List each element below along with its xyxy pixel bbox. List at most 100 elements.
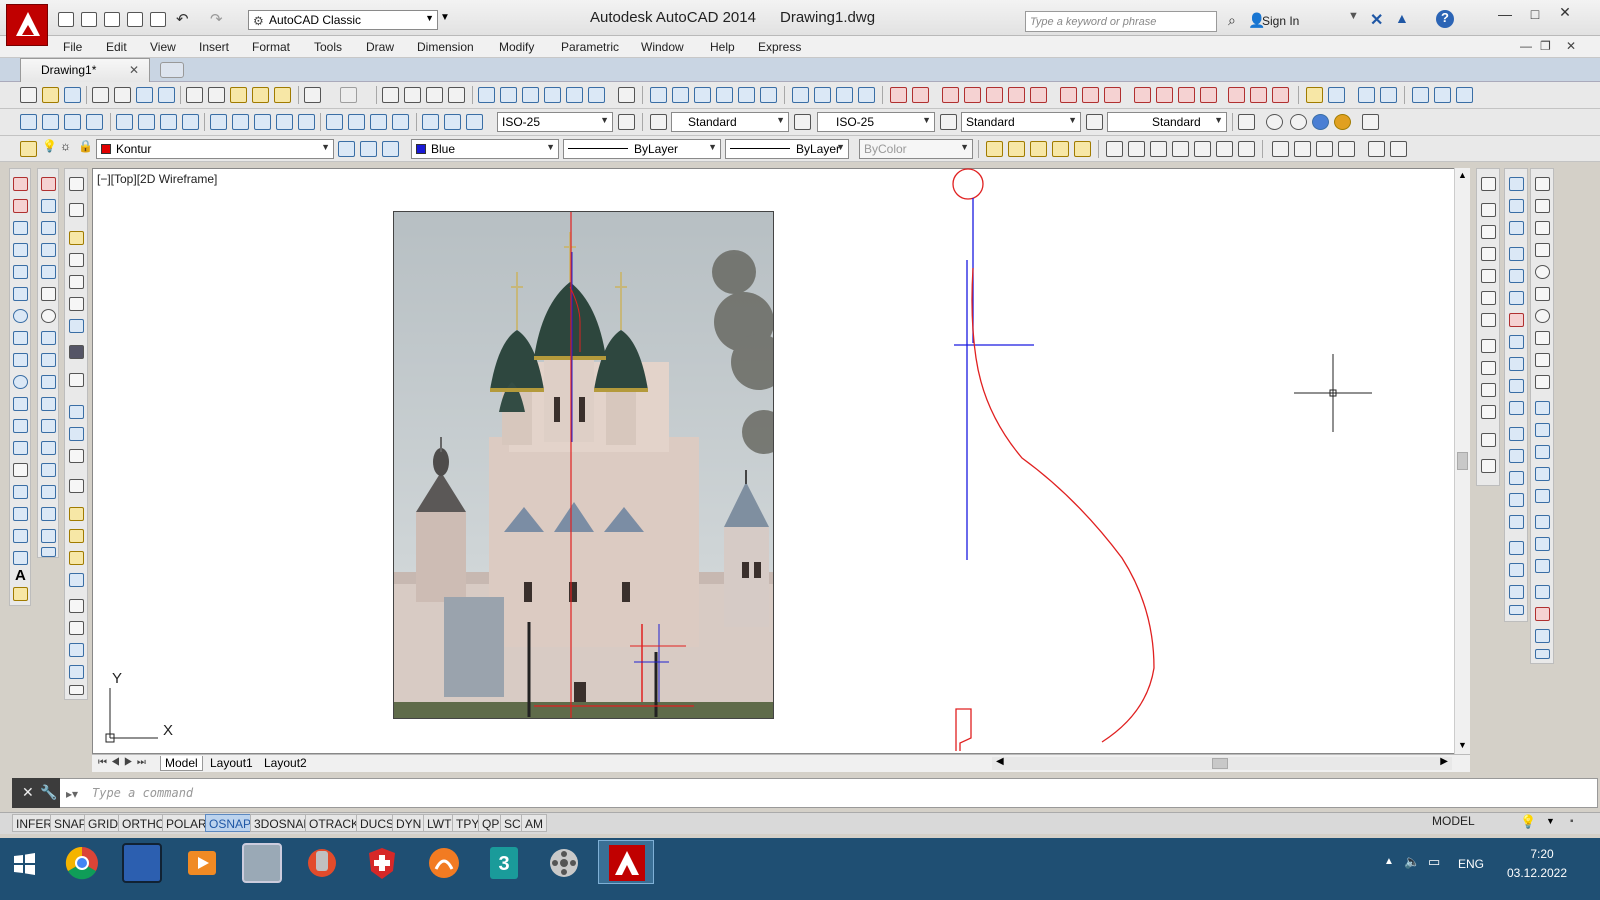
sketchup-like-icon[interactable] [424, 843, 464, 883]
make-current-layer-icon[interactable] [338, 141, 355, 157]
snap-endpoint-icon[interactable] [942, 87, 959, 103]
zoom-search-icon[interactable] [1481, 459, 1496, 473]
quick-dim-icon[interactable] [210, 114, 227, 130]
menu-express[interactable]: Express [758, 40, 801, 54]
visual-style-select[interactable]: Standard ▼ [1107, 112, 1227, 132]
layer-properties-icon[interactable] [20, 141, 37, 157]
status-polar-button[interactable]: POLAR [162, 814, 211, 832]
xline-icon[interactable] [912, 87, 929, 103]
dim-radius-icon[interactable] [116, 114, 133, 130]
render-region-icon[interactable] [69, 275, 84, 289]
3d-torus-icon[interactable] [1535, 309, 1550, 323]
torus-icon[interactable] [1238, 141, 1255, 157]
design-center-icon[interactable] [500, 87, 517, 103]
adjust-icon[interactable] [1380, 87, 1397, 103]
language-indicator[interactable]: ENG [1458, 857, 1484, 871]
intersect-icon[interactable] [1509, 221, 1524, 235]
mirror3d-icon[interactable] [69, 319, 84, 333]
snap-extension-icon[interactable] [1030, 87, 1047, 103]
layer-previous-icon[interactable] [360, 141, 377, 157]
pan-icon[interactable] [382, 87, 399, 103]
3d-cylinder-icon[interactable] [1535, 287, 1550, 301]
region-icon[interactable] [13, 529, 28, 543]
menu-insert[interactable]: Insert [199, 40, 229, 54]
gradient-icon[interactable] [13, 507, 28, 521]
exchange-apps-icon[interactable]: ✕ [1370, 10, 1383, 30]
antivirus-icon[interactable] [362, 843, 402, 883]
snap-intersection-icon[interactable] [986, 87, 1003, 103]
viewport-scale-icon[interactable] [1338, 141, 1355, 157]
tab-drawing1[interactable]: Drawing1* ✕ [20, 58, 150, 82]
ellipse-icon[interactable] [13, 375, 28, 389]
left-view-icon[interactable] [1481, 247, 1496, 261]
save-as-icon[interactable] [127, 12, 143, 27]
tray-chevron-up-icon[interactable]: ▲ [1384, 856, 1394, 867]
menu-format[interactable]: Format [252, 40, 290, 54]
multileader-style-icon[interactable] [1086, 114, 1103, 130]
chevron-down-icon[interactable]: ▼ [1348, 10, 1359, 22]
xref-attach-icon[interactable] [69, 479, 84, 493]
scroll-thumb[interactable] [1212, 758, 1228, 769]
viewport-icon[interactable] [1294, 141, 1311, 157]
text-style-manager-icon[interactable] [650, 114, 667, 130]
dim-jogged-icon[interactable] [138, 114, 155, 130]
dimension-style-icon[interactable] [794, 114, 811, 130]
presspull-icon[interactable] [1535, 423, 1550, 437]
scroll-left-icon[interactable]: ◀ [996, 756, 1004, 767]
layer-freeze-icon[interactable] [760, 87, 777, 103]
cylinder-icon[interactable] [1150, 141, 1167, 157]
line-icon[interactable] [13, 177, 28, 191]
fillet-edges-icon[interactable] [1509, 563, 1524, 577]
construction-line-icon[interactable] [13, 199, 28, 213]
layer-state-icon[interactable] [672, 87, 689, 103]
pyramid-icon[interactable] [1216, 141, 1233, 157]
maximize-button[interactable]: □ [1520, 6, 1550, 26]
2d-wireframe-icon[interactable] [1266, 114, 1283, 130]
3d-orbit-icon[interactable] [1412, 87, 1429, 103]
command-prompt-icon[interactable]: ▸▾ [66, 787, 78, 801]
snap-perpendicular-icon[interactable] [1134, 87, 1151, 103]
make-block-icon[interactable] [13, 441, 28, 455]
3d-dwf-icon[interactable] [158, 87, 175, 103]
continuous-orbit-icon[interactable] [1456, 87, 1473, 103]
osnap-settings-icon[interactable] [1272, 87, 1289, 103]
chrome-icon[interactable] [62, 843, 102, 883]
calculator-icon[interactable] [242, 843, 282, 883]
named-views-icon[interactable] [1272, 141, 1289, 157]
intersect-solid-icon[interactable] [1535, 559, 1550, 573]
3d-sphere-icon[interactable] [1535, 265, 1550, 279]
array-icon[interactable] [41, 265, 56, 279]
arc-icon[interactable] [13, 287, 28, 301]
dim-update-icon[interactable] [466, 114, 483, 130]
plot-icon[interactable] [92, 87, 109, 103]
command-line[interactable] [12, 778, 1598, 808]
layer-change-icon[interactable] [836, 87, 853, 103]
scroll-thumb[interactable] [1457, 452, 1468, 470]
materials-icon[interactable] [69, 253, 84, 267]
3d-array-icon[interactable] [1535, 649, 1550, 659]
linetype-select[interactable]: ByLayer ▼ [563, 139, 721, 159]
sync-attributes-icon[interactable] [69, 551, 84, 565]
sweep-icon[interactable] [1535, 445, 1550, 459]
qnew-icon[interactable] [20, 87, 37, 103]
new-file-icon[interactable] [58, 12, 74, 27]
center-mark-icon[interactable] [348, 114, 365, 130]
undo-icon[interactable] [304, 87, 321, 103]
draw-order-back-icon[interactable] [1008, 141, 1025, 157]
visual-styles-manager-icon[interactable] [1238, 114, 1255, 130]
dim-ordinate-icon[interactable] [86, 114, 103, 130]
image-icon[interactable] [69, 345, 84, 359]
red-profile-curve[interactable] [971, 267, 1155, 743]
layer-select[interactable]: Kontur ▼ [96, 139, 334, 159]
text-front-icon[interactable] [1074, 141, 1091, 157]
command-input[interactable]: Type a command [92, 786, 193, 800]
rotate-faces-icon[interactable] [1509, 335, 1524, 349]
3d-rotate-icon[interactable] [1535, 607, 1550, 621]
markup-icon[interactable] [566, 87, 583, 103]
dim-style-select[interactable]: ISO-25 ▼ [497, 112, 613, 132]
color-faces-icon[interactable] [1509, 401, 1524, 415]
jogged-linear-icon[interactable] [392, 114, 409, 130]
menu-file[interactable]: File [63, 40, 82, 54]
back-view-icon[interactable] [1481, 313, 1496, 327]
layer-previous-icon[interactable] [694, 87, 711, 103]
